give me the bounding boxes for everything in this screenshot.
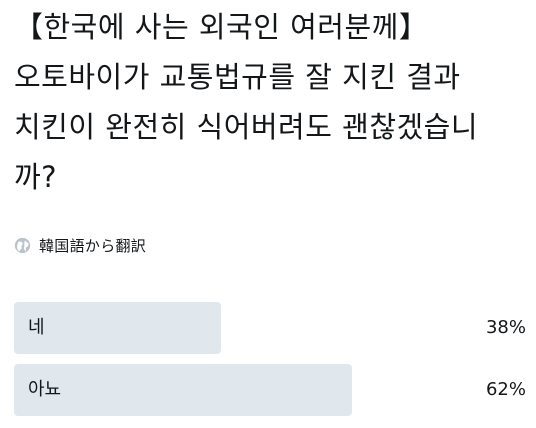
tweet-text: 【한국에 사는 외국인 여러분께】 오토바이가 교통법규를 잘 지킨 결과 치킨… <box>14 2 524 202</box>
translate-link[interactable]: 韓国語から翻訳 <box>14 232 146 258</box>
poll-option-label: 아뇨 <box>28 379 62 400</box>
poll-option-no[interactable]: 아뇨 62% <box>14 364 526 416</box>
poll-bar <box>14 364 352 416</box>
poll-option-percent: 38% <box>485 317 526 338</box>
translate-label: 韓国語から翻訳 <box>39 236 147 255</box>
tweet-text-line: 【한국에 사는 외국인 여러분께】 <box>14 10 429 44</box>
poll: 네 38% 아뇨 62% <box>14 302 526 426</box>
tweet-text-line: 까? <box>14 160 58 194</box>
globe-icon <box>14 237 31 253</box>
poll-option-yes[interactable]: 네 38% <box>14 302 526 354</box>
poll-option-percent: 62% <box>485 379 526 400</box>
poll-bar <box>14 302 221 354</box>
tweet-text-line: 치킨이 완전히 식어버려도 괜찮겠습니 <box>14 110 479 144</box>
tweet-text-line: 오토바이가 교통법규를 잘 지킨 결과 <box>14 60 461 94</box>
poll-option-label: 네 <box>28 317 45 338</box>
